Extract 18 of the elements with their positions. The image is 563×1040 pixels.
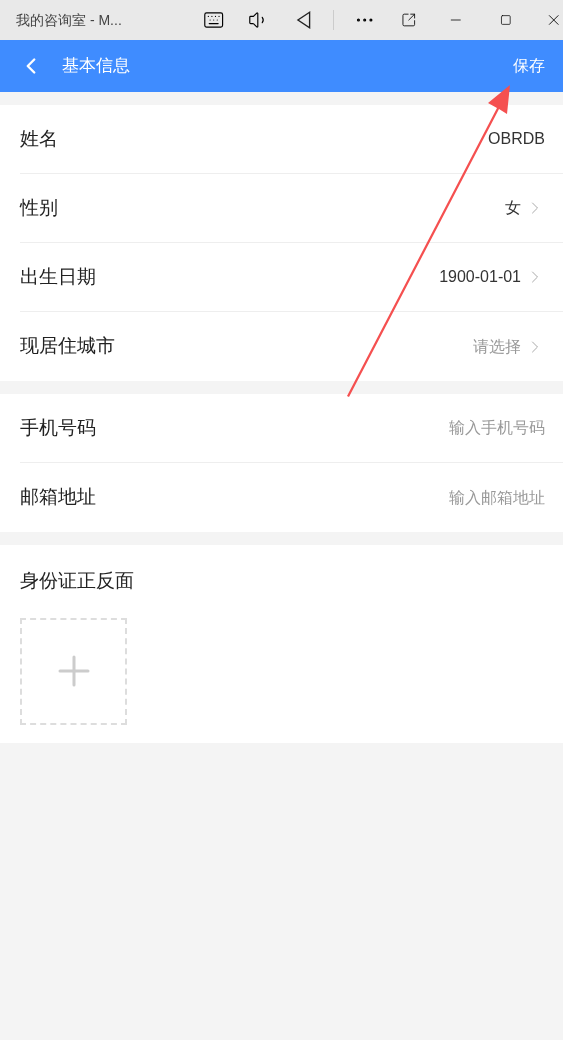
- select-field[interactable]: 女: [505, 196, 545, 220]
- input-field[interactable]: 输入邮箱地址: [345, 485, 545, 510]
- field-label: 现居住城市: [20, 334, 115, 359]
- popout-icon[interactable]: [400, 12, 417, 28]
- select-field[interactable]: 1900-01-01: [439, 265, 545, 289]
- field-label: 姓名: [20, 126, 58, 151]
- field-label: 邮箱地址: [20, 485, 96, 510]
- input-field[interactable]: 输入手机号码: [345, 416, 545, 440]
- back-triangle-icon[interactable]: [295, 11, 312, 29]
- field-label: 性别: [20, 195, 58, 220]
- window-title: 我的咨询室 - M...: [16, 10, 123, 30]
- field-label: 手机号码: [20, 415, 96, 440]
- field-value: OBRDB: [488, 129, 545, 149]
- field-label: 身份证正反面: [20, 569, 135, 593]
- page-title: 基本信息: [62, 55, 131, 78]
- maximize-icon[interactable]: [499, 14, 512, 26]
- field-label: 出生日期: [20, 264, 96, 289]
- keyboard-icon[interactable]: [203, 9, 225, 31]
